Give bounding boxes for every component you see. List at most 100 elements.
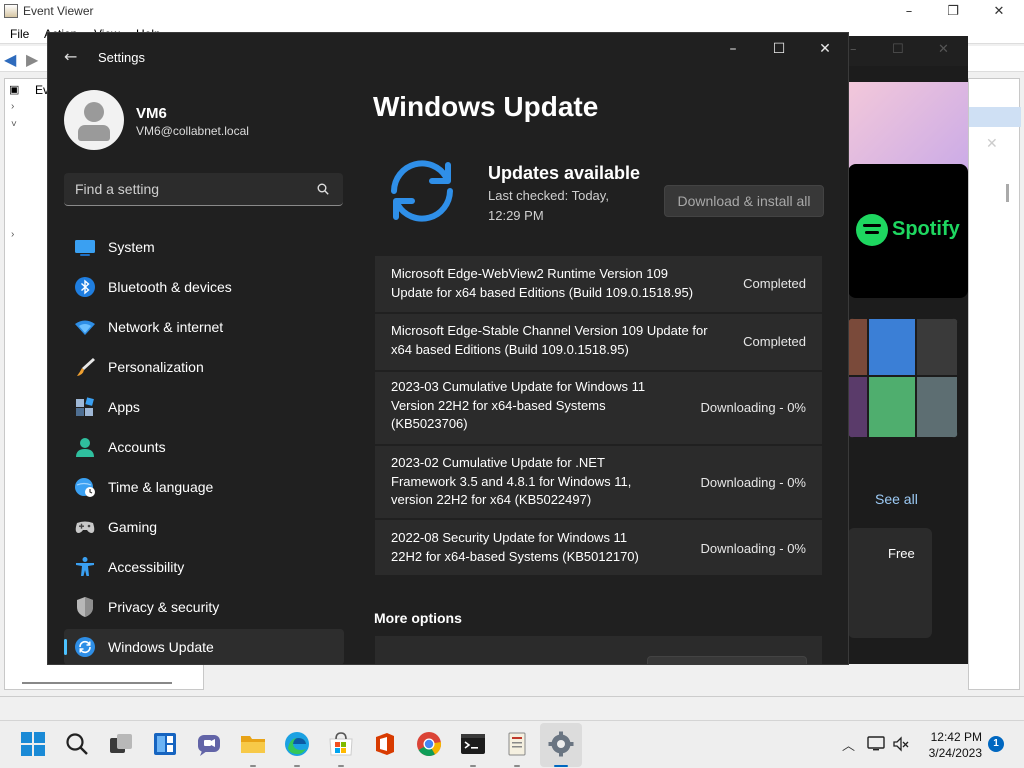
horizontal-scrollbar[interactable] — [22, 682, 172, 684]
maximize-icon[interactable]: ☐ — [892, 42, 904, 57]
start-icon[interactable] — [20, 731, 46, 757]
actions-pane-header — [969, 107, 1021, 127]
microsoft-store-window: – ☐ ✕ Spotify See all Free — [830, 36, 968, 664]
search-input[interactable] — [75, 173, 305, 205]
widgets-icon[interactable] — [152, 731, 178, 757]
chrome-icon[interactable] — [416, 731, 442, 757]
game-thumbnail — [916, 376, 958, 438]
app-price-card[interactable]: Free — [848, 528, 932, 638]
volume-muted-icon[interactable] — [892, 735, 910, 753]
sidebar-item-accounts[interactable]: Accounts — [64, 429, 344, 465]
maximize-icon[interactable]: ☐ — [756, 39, 802, 59]
more-options-heading: More options — [374, 610, 462, 626]
sidebar-item-windows-update[interactable]: Windows Update — [64, 629, 344, 664]
games-collage[interactable] — [848, 318, 958, 438]
gamepad-icon — [75, 521, 95, 533]
sidebar-item-privacy-security[interactable]: Privacy & security — [64, 589, 344, 625]
spotify-card[interactable]: Spotify — [848, 164, 968, 298]
accounts-icon — [76, 438, 94, 457]
last-checked-text: Last checked: Today, 12:29 PM — [488, 188, 609, 223]
chevron-right-icon[interactable]: › — [11, 229, 14, 240]
sidebar-item-network[interactable]: Network & internet — [64, 309, 344, 345]
update-status: Downloading - 0% — [700, 475, 806, 490]
menu-file[interactable]: File — [10, 27, 29, 41]
microsoft-store-icon[interactable] — [328, 731, 354, 757]
back-arrow-icon[interactable]: ← — [64, 47, 77, 66]
update-status: Completed — [743, 276, 806, 291]
minimize-icon[interactable]: – — [850, 42, 857, 57]
close-icon[interactable]: ✕ — [802, 39, 848, 59]
close-icon[interactable]: ✕ — [938, 42, 949, 57]
back-arrow-icon[interactable]: ◀ — [4, 50, 16, 69]
download-install-all-button[interactable]: Download & install all — [664, 185, 824, 217]
paintbrush-icon — [77, 358, 95, 376]
clock-time[interactable]: 12:42 PM — [920, 730, 982, 744]
game-thumbnail — [868, 376, 916, 438]
sidebar-item-bluetooth[interactable]: Bluetooth & devices — [64, 269, 344, 305]
close-icon[interactable]: ✕ — [984, 2, 1014, 22]
more-options-button[interactable] — [647, 656, 807, 664]
running-indicator — [514, 765, 520, 767]
search-icon[interactable] — [64, 731, 90, 757]
store-scrollbar[interactable] — [1006, 184, 1009, 202]
update-row[interactable]: 2022-08 Security Update for Windows 11 2… — [375, 520, 822, 575]
sidebar-item-time-language[interactable]: Time & language — [64, 469, 344, 505]
update-row[interactable]: Microsoft Edge-WebView2 Runtime Version … — [375, 256, 822, 312]
update-status: Completed — [743, 334, 806, 349]
sidebar-item-label: Gaming — [108, 519, 158, 535]
terminal-icon[interactable] — [460, 731, 486, 757]
update-row[interactable]: Microsoft Edge-Stable Channel Version 10… — [375, 314, 822, 370]
sidebar-item-gaming[interactable]: Gaming — [64, 509, 344, 545]
teams-chat-icon[interactable] — [196, 731, 222, 757]
event-viewer-icon[interactable] — [504, 731, 530, 757]
globe-clock-icon — [75, 478, 95, 497]
see-all-link[interactable]: See all — [875, 491, 918, 507]
store-titlebar: – ☐ ✕ — [830, 36, 968, 66]
accessibility-icon — [76, 557, 94, 576]
minimize-icon[interactable]: – — [710, 39, 756, 59]
settings-icon[interactable] — [548, 731, 574, 757]
system-icon — [75, 240, 95, 256]
actions-pane — [968, 78, 1021, 690]
sidebar-item-label: Bluetooth & devices — [108, 279, 232, 295]
more-options-card[interactable] — [375, 636, 822, 664]
update-row[interactable]: 2023-02 Cumulative Update for .NET Frame… — [375, 446, 822, 518]
search-icon[interactable] — [317, 183, 329, 195]
close-icon[interactable]: ✕ — [986, 136, 998, 152]
sidebar-item-label: Privacy & security — [108, 599, 220, 615]
update-row[interactable]: 2023-03 Cumulative Update for Windows 11… — [375, 372, 822, 444]
forward-arrow-icon[interactable]: ▶ — [26, 50, 38, 69]
wifi-icon — [75, 320, 95, 335]
sidebar-item-personalization[interactable]: Personalization — [64, 349, 344, 385]
sidebar-item-accessibility[interactable]: Accessibility — [64, 549, 344, 585]
task-view-icon[interactable] — [108, 731, 134, 757]
running-indicator — [338, 765, 344, 767]
sidebar-item-label: Time & language — [108, 479, 214, 495]
chevron-down-icon[interactable]: ˅ — [11, 119, 17, 130]
apps-icon — [76, 397, 94, 416]
maximize-icon[interactable]: ❐ — [938, 2, 968, 22]
network-icon[interactable] — [866, 735, 886, 753]
game-thumbnail — [848, 376, 868, 438]
tree-root-icon: ▣ — [9, 84, 20, 96]
clock-date[interactable]: 3/24/2023 — [920, 746, 982, 760]
update-name: Microsoft Edge-WebView2 Runtime Version … — [391, 266, 694, 300]
office-icon[interactable] — [372, 731, 398, 757]
sidebar-item-label: Apps — [108, 399, 140, 415]
game-thumbnail — [916, 318, 958, 376]
avatar[interactable] — [64, 90, 124, 150]
chevron-up-icon[interactable]: ︿ — [842, 735, 855, 754]
bluetooth-icon — [75, 277, 95, 297]
update-status-title: Updates available — [488, 163, 641, 183]
minimize-icon[interactable]: – — [894, 2, 924, 22]
sidebar-item-system[interactable]: System — [64, 229, 344, 265]
sidebar-item-apps[interactable]: Apps — [64, 389, 344, 425]
chevron-right-icon[interactable]: › — [11, 101, 14, 112]
game-thumbnail — [848, 318, 868, 376]
settings-title: Settings — [98, 50, 145, 65]
file-explorer-icon[interactable] — [240, 731, 266, 757]
search-box[interactable] — [64, 173, 343, 206]
notification-badge[interactable]: 1 — [988, 736, 1004, 752]
event-viewer-statusbar — [0, 696, 1024, 718]
edge-icon[interactable] — [284, 731, 310, 757]
